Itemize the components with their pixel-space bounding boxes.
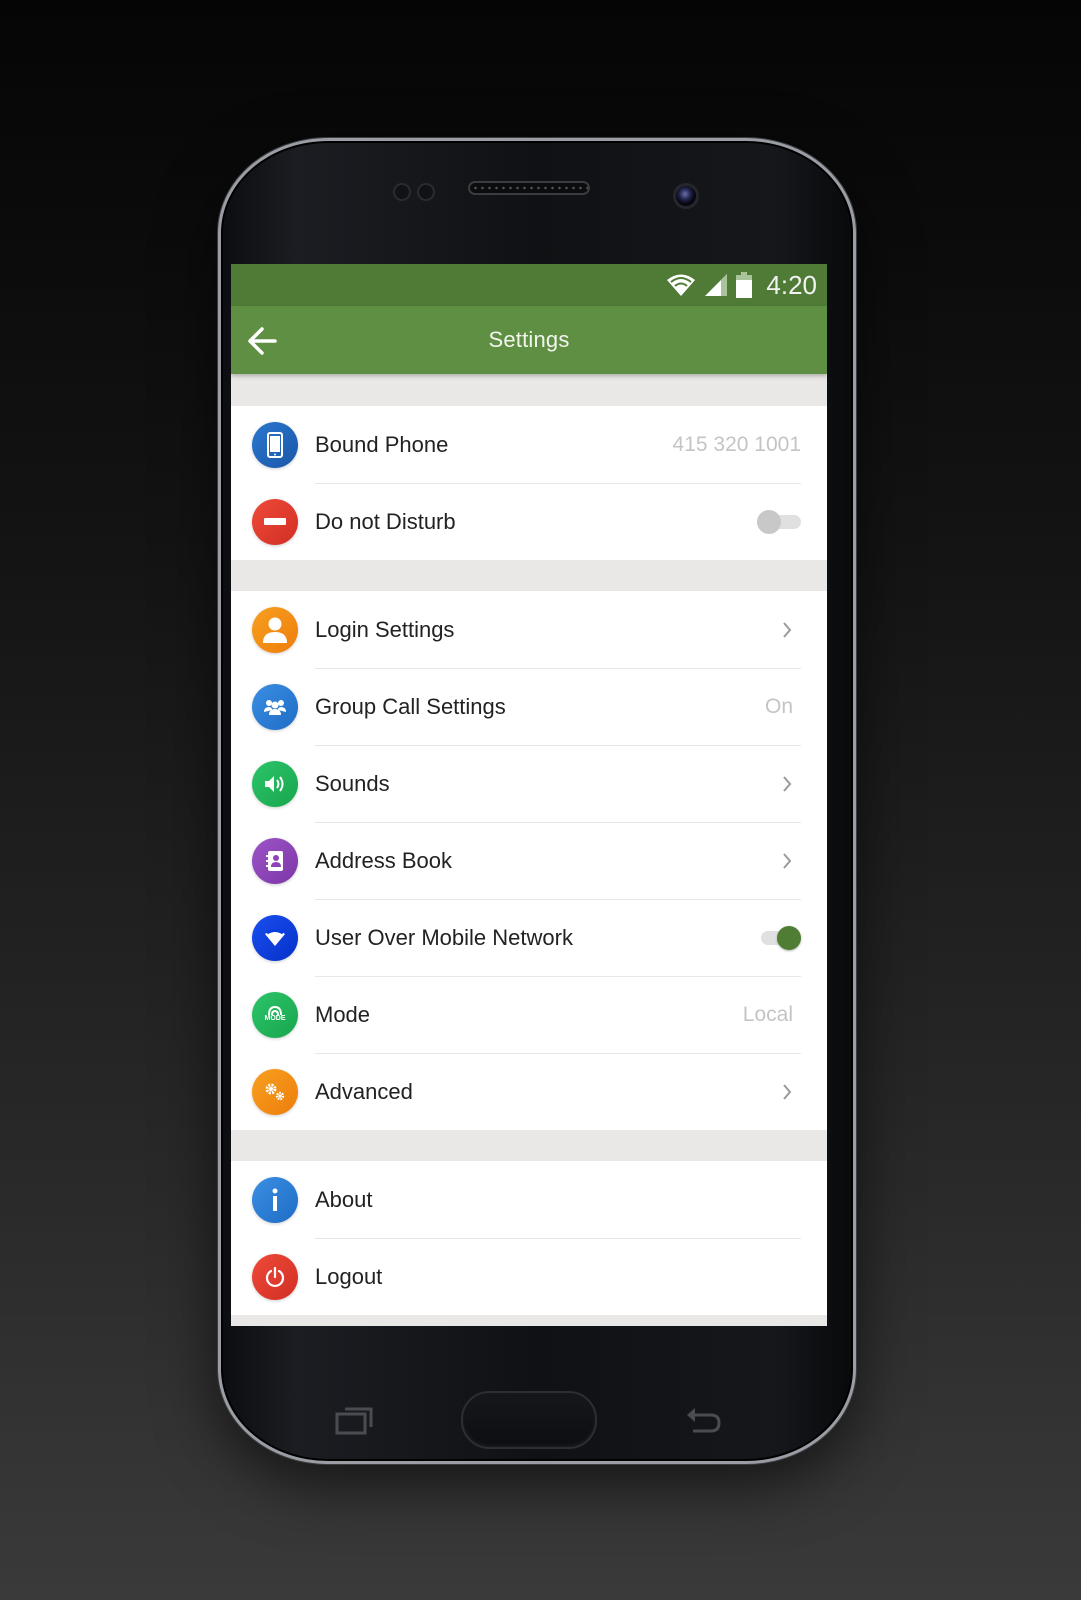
chevron-right-icon bbox=[783, 1083, 792, 1100]
status-bar: 4:20 bbox=[231, 264, 827, 306]
mode-icon-text: MODE bbox=[264, 1015, 286, 1022]
home-button[interactable] bbox=[461, 1391, 597, 1449]
setting-mode[interactable]: MODE Mode Local bbox=[231, 976, 827, 1053]
page-title: Settings bbox=[488, 327, 570, 352]
wifi-icon bbox=[252, 914, 298, 961]
mode-icon: MODE bbox=[252, 991, 298, 1038]
chevron-right-icon bbox=[783, 621, 792, 638]
do-not-disturb-toggle[interactable] bbox=[757, 509, 801, 534]
setting-label: Advanced bbox=[315, 1078, 413, 1104]
setting-do-not-disturb[interactable]: Do not Disturb bbox=[231, 483, 827, 560]
setting-label: Address Book bbox=[315, 847, 452, 873]
battery-icon bbox=[736, 272, 753, 298]
section-divider bbox=[231, 374, 827, 406]
back-icon[interactable] bbox=[683, 1405, 723, 1435]
clock: 4:20 bbox=[766, 269, 817, 300]
setting-group-call[interactable]: Group Call Settings On bbox=[231, 668, 827, 745]
front-camera-icon bbox=[673, 183, 699, 209]
setting-label: Group Call Settings bbox=[315, 693, 506, 719]
mode-value: Local bbox=[742, 1002, 793, 1026]
settings-group-general: Login Settings Group Call Settings On So… bbox=[231, 591, 827, 1130]
app-bar: Settings bbox=[231, 306, 827, 374]
setting-label: Mode bbox=[315, 1001, 371, 1027]
user-icon bbox=[252, 606, 298, 653]
earpiece-speaker bbox=[468, 181, 590, 195]
minus-circle-icon bbox=[252, 498, 298, 545]
hardware-nav-bar bbox=[221, 1321, 853, 1461]
group-call-value: On bbox=[764, 694, 793, 718]
speaker-icon bbox=[252, 760, 298, 807]
mobile-network-toggle[interactable] bbox=[757, 925, 801, 950]
chevron-right-icon bbox=[783, 775, 792, 792]
setting-address-book[interactable]: Address Book bbox=[231, 822, 827, 899]
recent-apps-icon[interactable] bbox=[335, 1405, 375, 1435]
power-icon bbox=[252, 1253, 298, 1300]
arrow-left-icon[interactable] bbox=[245, 324, 279, 358]
setting-advanced[interactable]: Advanced bbox=[231, 1053, 827, 1130]
setting-label: User Over Mobile Network bbox=[315, 924, 573, 950]
proximity-sensors bbox=[393, 183, 435, 201]
wifi-icon bbox=[667, 274, 696, 296]
setting-label: About bbox=[315, 1186, 373, 1212]
setting-logout[interactable]: Logout bbox=[231, 1238, 827, 1315]
sensor-icon bbox=[417, 183, 435, 201]
info-icon bbox=[252, 1176, 298, 1223]
section-divider bbox=[231, 560, 827, 591]
sensor-icon bbox=[393, 183, 411, 201]
section-divider bbox=[231, 1130, 827, 1161]
settings-group-account: Bound Phone 415 320 1001 Do not Disturb bbox=[231, 406, 827, 560]
setting-label: Login Settings bbox=[315, 616, 455, 642]
group-icon bbox=[252, 683, 298, 730]
cell-signal-icon bbox=[705, 274, 728, 296]
setting-about[interactable]: About bbox=[231, 1161, 827, 1238]
contacts-book-icon bbox=[252, 837, 298, 884]
setting-sounds[interactable]: Sounds bbox=[231, 745, 827, 822]
setting-label: Logout bbox=[315, 1263, 383, 1289]
setting-mobile-network[interactable]: User Over Mobile Network bbox=[231, 899, 827, 976]
screen: 4:20 Settings Bound Phone 415 320 1001 D… bbox=[231, 264, 827, 1326]
setting-label: Sounds bbox=[315, 770, 390, 796]
setting-login-settings[interactable]: Login Settings bbox=[231, 591, 827, 668]
smartphone-icon bbox=[252, 421, 298, 468]
chevron-right-icon bbox=[783, 852, 792, 869]
phone-number-value: 415 320 1001 bbox=[672, 432, 801, 456]
phone-frame: 4:20 Settings Bound Phone 415 320 1001 D… bbox=[218, 138, 856, 1464]
setting-bound-phone[interactable]: Bound Phone 415 320 1001 bbox=[231, 406, 827, 483]
setting-label: Bound Phone bbox=[315, 431, 449, 457]
setting-label: Do not Disturb bbox=[315, 508, 456, 534]
settings-group-app: About Logout bbox=[231, 1161, 827, 1315]
gears-icon bbox=[252, 1068, 298, 1115]
